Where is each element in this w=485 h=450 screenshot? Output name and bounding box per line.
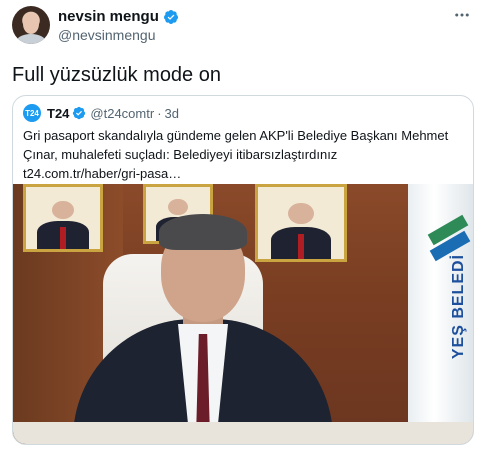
portrait-tie	[60, 227, 66, 249]
ellipsis-icon	[455, 13, 469, 17]
more-options-button[interactable]	[453, 6, 471, 24]
portrait-head	[168, 198, 188, 216]
portrait-head	[288, 202, 314, 225]
flag-lettering: YEŞ BELEDİ	[450, 254, 467, 360]
verified-badge-icon	[163, 9, 178, 24]
author-avatar[interactable]	[12, 6, 50, 44]
quoted-author-name: T24	[47, 105, 70, 121]
quoted-author-avatar: T24	[23, 104, 41, 122]
quoted-tweet-link[interactable]: t24.com.tr/haber/gri-pasa…	[23, 164, 463, 183]
portrait-tie	[297, 233, 305, 259]
quoted-tweet-body: Gri pasaport skandalıyla gündeme gelen A…	[23, 128, 449, 162]
portrait-head	[51, 200, 75, 220]
quoted-author-handle: @t24comtr	[90, 105, 155, 121]
portrait-frame-right	[255, 184, 347, 262]
desk	[13, 422, 473, 444]
avatar-shoulders	[16, 34, 46, 44]
author-display-name[interactable]: nevsin mengu	[58, 8, 159, 25]
tweet-text: Full yüzsüzlük mode on	[12, 64, 221, 86]
quoted-tweet-header: T24 T24 @t24comtr · 3d	[23, 104, 179, 122]
quoted-tweet-text: Gri pasaport skandalıyla gündeme gelen A…	[23, 126, 463, 183]
avatar-face	[23, 14, 39, 34]
tweet[interactable]: nevsin mengu @nevsinmengu Full yüzsüzlük…	[0, 0, 485, 450]
quoted-tweet-image[interactable]: YEŞ BELEDİ	[13, 184, 473, 444]
quoted-tweet-card[interactable]: T24 T24 @t24comtr · 3d Gri pasaport skan…	[12, 95, 474, 445]
quoted-timestamp: 3d	[164, 105, 179, 121]
author-name-row[interactable]: nevsin mengu	[58, 8, 179, 25]
separator-dot: ·	[157, 105, 162, 121]
municipality-flag: YEŞ BELEDİ	[408, 184, 473, 444]
portrait-frame-left	[23, 184, 103, 252]
author-handle[interactable]: @nevsinmengu	[58, 27, 156, 43]
verified-badge-icon	[73, 106, 86, 120]
man-hair	[159, 214, 247, 250]
